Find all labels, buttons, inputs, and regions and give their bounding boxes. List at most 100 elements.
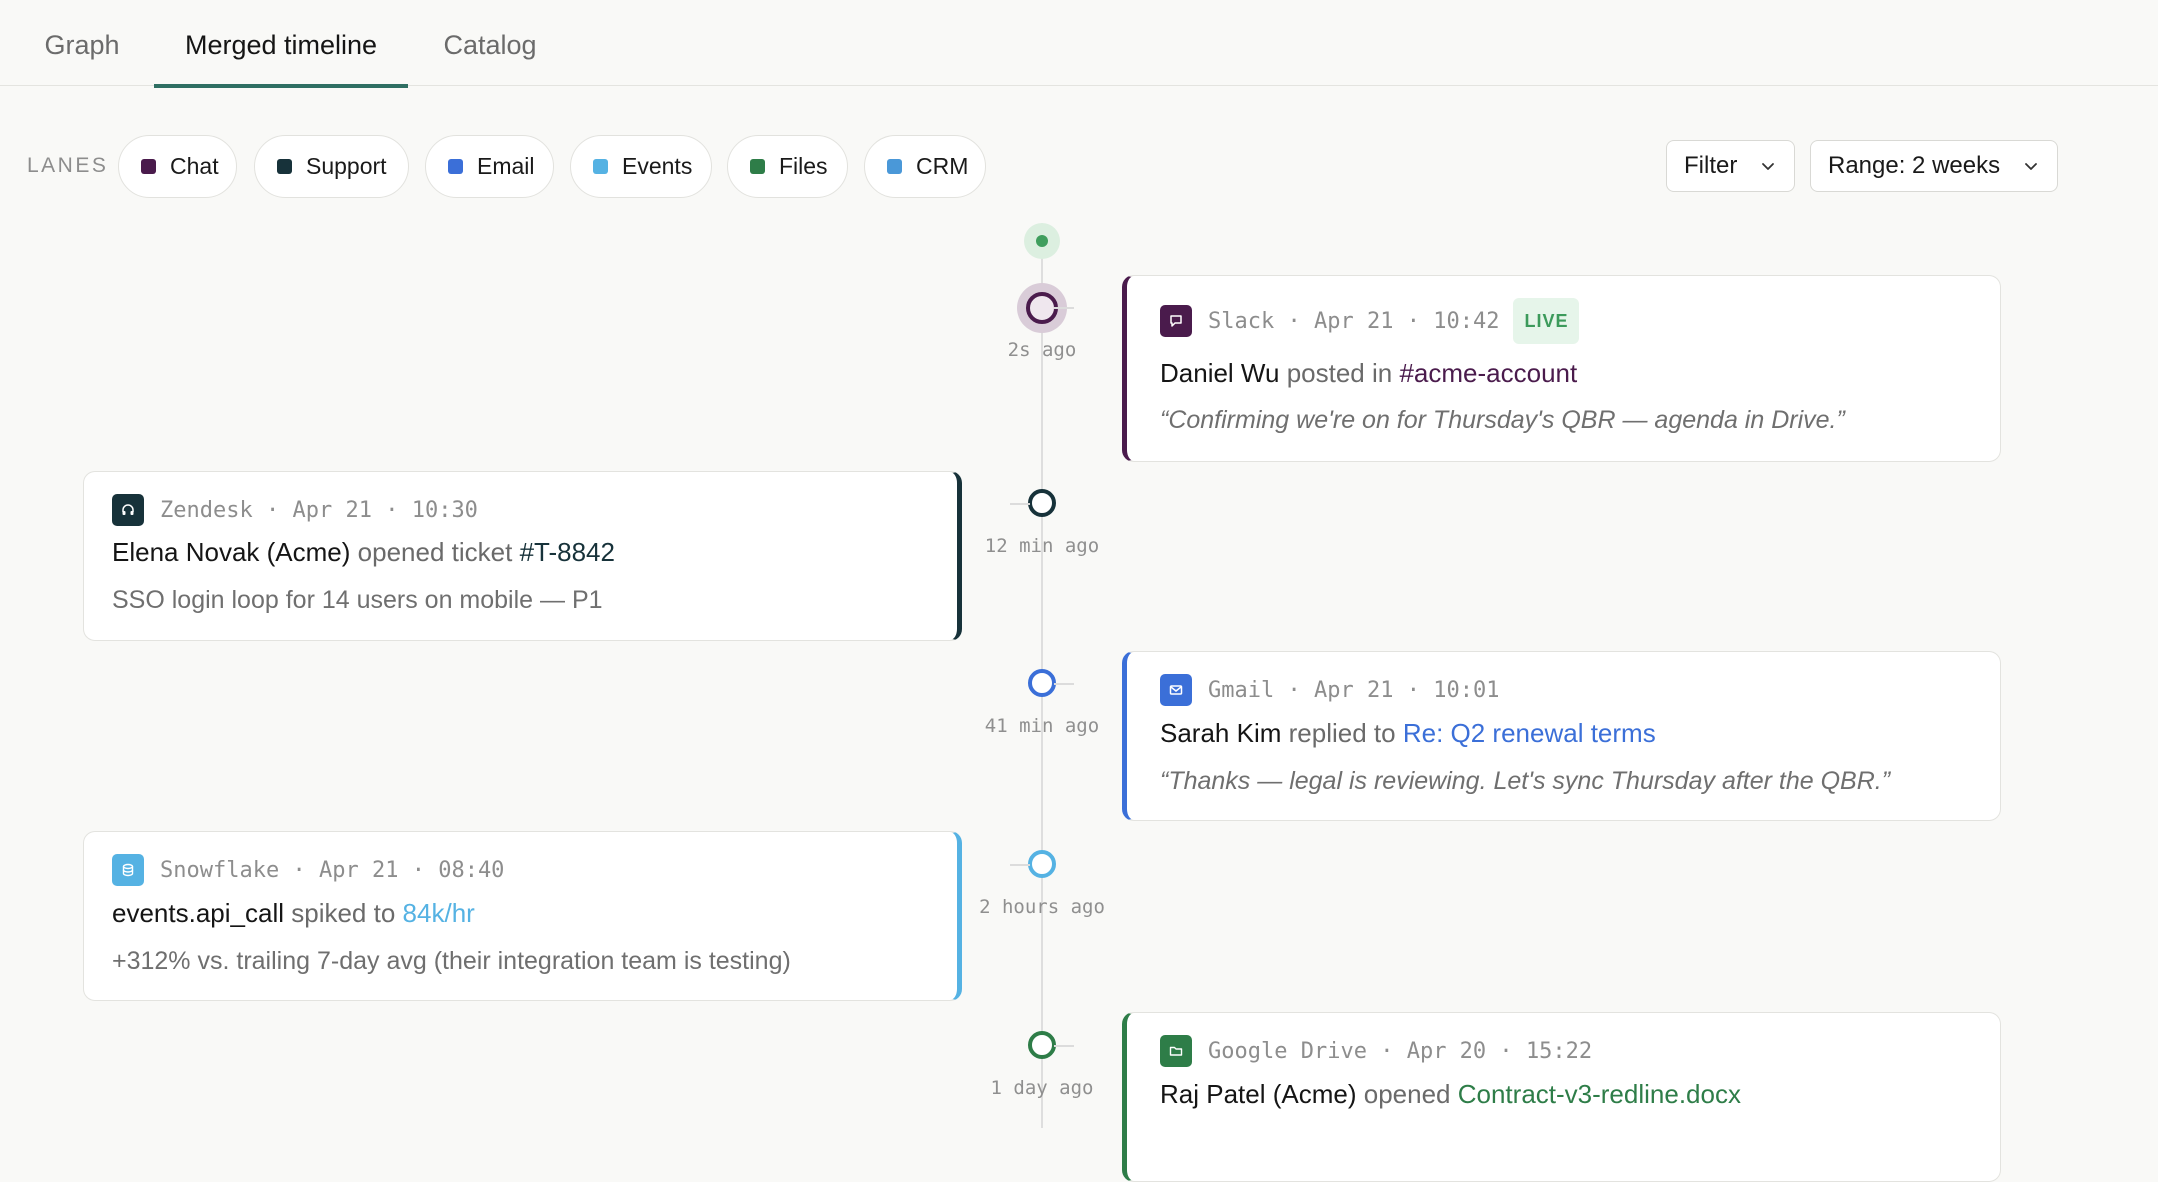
relative-time: 41 min ago [984,715,1100,737]
event-source: Slack [1208,308,1275,334]
now-indicator-dot [1036,235,1048,247]
event-time: 10:30 [411,497,478,523]
event-source: Google Drive [1208,1038,1367,1064]
separator: · [1274,308,1314,334]
lane-chip-label: Events [622,153,693,179]
timeline-tick [1054,307,1074,309]
tab-catalog[interactable]: Catalog [428,0,552,86]
folder-icon [1160,1035,1192,1067]
lane-chip-support[interactable]: Support [254,135,409,198]
event-card-slack[interactable]: Slack · Apr 21 · 10:42 LIVE Daniel Wu po… [1122,275,2001,462]
separator: · [371,497,412,523]
event-target-link[interactable]: #T-8842 [520,537,615,567]
event-summary: Elena Novak (Acme) opened ticket #T-8842 [112,537,615,568]
event-target-link[interactable]: 84k/hr [403,898,475,928]
lane-chip-label: Chat [170,153,219,179]
event-date: Apr 21 [292,497,372,523]
lane-chip-events[interactable]: Events [570,135,712,198]
lane-chip-files[interactable]: Files [727,135,848,198]
event-target-link[interactable]: Contract-v3-redline.docx [1458,1079,1741,1109]
event-actor: Elena Novak (Acme) [112,537,351,567]
event-summary: Daniel Wu posted in #acme-account [1160,358,1577,389]
event-target-link[interactable]: #acme-account [1399,358,1577,388]
event-time: 10:01 [1433,677,1500,703]
event-date: Apr 21 [1313,677,1394,703]
event-date: Apr 21 [318,857,399,883]
view-tabs: Graph Merged timeline Catalog [0,0,2158,88]
relative-time: 2 hours ago [979,896,1105,918]
event-card-zendesk[interactable]: Zendesk · Apr 21 · 10:30 Elena Novak (Ac… [83,471,962,641]
timeline-tick [1010,864,1030,866]
relative-time: 12 min ago [984,535,1100,557]
separator: · [398,857,439,883]
lane-chip-crm[interactable]: CRM [864,135,986,198]
mail-icon [1160,674,1192,706]
timeline-tick [1054,1045,1074,1047]
event-date: Apr 21 [1313,308,1394,334]
lane-chip-email[interactable]: Email [425,135,554,198]
separator: · [1393,677,1434,703]
lane-chip-label: Email [477,153,535,179]
timeline-tick [1054,683,1074,685]
relative-time: 2s ago [1007,339,1077,361]
event-verb: posted in [1286,358,1393,388]
chat-lane-swatch [141,159,156,174]
tab-graph[interactable]: Graph [27,0,137,86]
event-verb: spiked to [291,898,396,928]
crm-lane-swatch [887,159,902,174]
database-icon [112,854,144,886]
separator: · [1486,1038,1526,1064]
timeline-node-drive[interactable] [1028,1031,1056,1059]
range-label: Range: 2 weeks [1828,152,2001,179]
event-source: Gmail [1208,677,1275,703]
separator: · [1393,308,1434,334]
separator: · [279,857,319,883]
event-verb: opened ticket [357,537,513,567]
event-verb: opened [1363,1079,1451,1109]
events-lane-swatch [593,159,608,174]
event-source: Zendesk [160,497,253,523]
event-detail: “Confirming we're on for Thursday's QBR … [1160,406,1845,434]
lanes-label: LANES [27,154,109,177]
chevron-down-icon [1762,163,1774,170]
event-time: 10:42 [1433,308,1500,334]
event-time: 08:40 [438,857,505,883]
timeline-node-gmail[interactable] [1028,669,1056,697]
event-verb: replied to [1288,718,1396,748]
live-badge: LIVE [1513,298,1580,344]
files-lane-swatch [750,159,765,174]
range-dropdown[interactable]: Range: 2 weeks [1810,140,2058,192]
event-card-drive[interactable]: Google Drive · Apr 20 · 15:22 Raj Patel … [1122,1012,2001,1182]
lane-chip-chat[interactable]: Chat [118,135,237,198]
event-summary: Sarah Kim replied to Re: Q2 renewal term… [1160,718,1656,749]
lane-chip-label: Support [306,153,387,179]
separator: · [1274,677,1314,703]
event-summary: events.api_call spiked to 84k/hr [112,898,475,929]
timeline-node-snowflake[interactable] [1028,850,1056,878]
timeline-node-zendesk[interactable] [1028,489,1056,517]
tab-merged-timeline[interactable]: Merged timeline [154,0,408,88]
event-actor: Daniel Wu [1160,358,1280,388]
email-lane-swatch [448,159,463,174]
event-time: 15:22 [1525,1038,1593,1064]
separator: · [252,497,293,523]
event-card-gmail[interactable]: Gmail · Apr 21 · 10:01 Sarah Kim replied… [1122,651,2001,821]
chevron-down-icon [2025,163,2037,170]
event-actor: events.api_call [112,898,284,928]
event-actor: Raj Patel (Acme) [1160,1079,1357,1109]
support-lane-swatch [277,159,292,174]
event-date: Apr 20 [1406,1038,1487,1064]
event-card-snowflake[interactable]: Snowflake · Apr 21 · 08:40 events.api_ca… [83,831,962,1001]
relative-time: 1 day ago [990,1077,1094,1099]
headset-icon [112,494,144,526]
event-detail: SSO login loop for 14 users on mobile — … [112,586,603,614]
event-target-link[interactable]: Re: Q2 renewal terms [1403,718,1656,748]
event-actor: Sarah Kim [1160,718,1282,748]
event-detail: “Thanks — legal is reviewing. Let's sync… [1160,767,1891,795]
event-source: Snowflake [160,857,280,883]
lane-chip-label: Files [779,153,828,179]
event-detail: +312% vs. trailing 7-day avg (their inte… [112,947,791,975]
timeline-tick [1010,503,1030,505]
lane-chip-label: CRM [916,153,969,179]
filter-dropdown[interactable]: Filter [1666,140,1795,192]
